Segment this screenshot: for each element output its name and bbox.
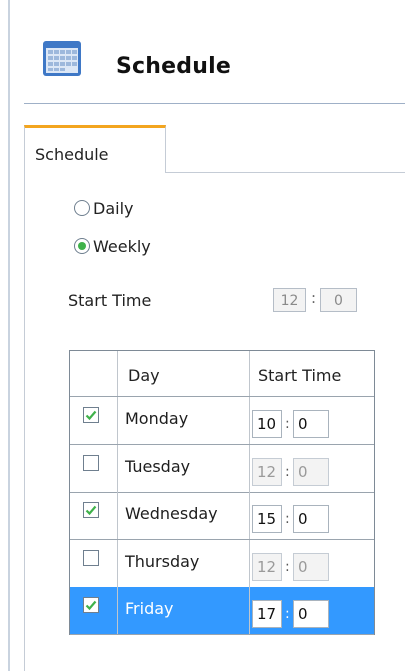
row-day-cell: Friday — [118, 587, 250, 635]
row-check-cell — [70, 539, 118, 587]
row-day-label: Wednesday — [125, 504, 218, 524]
row-day-cell: Wednesday — [118, 492, 250, 540]
radio-weekly-label: Weekly — [93, 236, 151, 256]
row-hour-input[interactable]: 12 — [252, 552, 282, 581]
row-hour-input[interactable]: 12 — [252, 457, 282, 486]
page-title: Schedule — [116, 54, 231, 79]
row-time-separator: : — [285, 463, 290, 480]
row-minute-input[interactable]: 0 — [293, 600, 329, 629]
row-minute-input[interactable]: 0 — [293, 552, 329, 581]
radio-weekly[interactable]: Weekly — [74, 234, 151, 258]
tab-schedule-label: Schedule — [35, 145, 109, 164]
row-day-label: Tuesday — [125, 456, 191, 476]
start-time-hour-input[interactable]: 12 — [273, 288, 306, 312]
start-time-label: Start Time — [68, 291, 152, 310]
table-row[interactable]: Monday 10:0 — [70, 397, 374, 445]
row-checkbox[interactable] — [83, 597, 99, 614]
row-minute-input[interactable]: 0 — [293, 457, 329, 486]
row-time-separator: : — [285, 511, 290, 528]
row-checkbox[interactable] — [83, 454, 99, 471]
grid-header-start-time-label: Start Time — [258, 366, 342, 385]
row-day-cell: Monday — [118, 397, 250, 444]
header-divider — [24, 103, 405, 104]
row-hour-input[interactable]: 10 — [252, 410, 282, 438]
table-row[interactable]: Friday 17:0 — [70, 587, 374, 636]
grid-header: Day Start Time — [70, 351, 374, 397]
table-row[interactable]: Tuesday 12:0 — [70, 444, 374, 493]
row-day-cell: Tuesday — [118, 444, 250, 492]
radio-daily[interactable]: Daily — [74, 196, 133, 220]
row-day-label: Thursday — [125, 551, 200, 571]
row-minute-input[interactable]: 0 — [293, 410, 329, 438]
table-row[interactable]: Thursday 12:0 — [70, 539, 374, 588]
radio-daily-circle[interactable] — [74, 200, 90, 216]
row-time-separator: : — [285, 416, 290, 432]
window-left-border — [8, 0, 10, 671]
row-time-separator: : — [285, 606, 290, 623]
row-checkbox[interactable] — [83, 407, 99, 423]
row-time-cell: 10:0 — [250, 397, 374, 444]
row-check-cell — [70, 397, 118, 444]
grid-header-start-time[interactable]: Start Time — [250, 351, 374, 396]
calendar-icon — [42, 38, 82, 78]
grid-header-check — [70, 351, 118, 396]
row-time-cell: 12:0 — [250, 445, 374, 492]
grid-header-day[interactable]: Day — [118, 351, 250, 396]
row-time-cell: 12:0 — [250, 540, 374, 587]
tab-schedule[interactable]: Schedule — [24, 125, 166, 173]
radio-daily-label: Daily — [93, 198, 134, 218]
row-hour-input[interactable]: 17 — [252, 600, 282, 629]
row-hour-input[interactable]: 15 — [252, 505, 282, 534]
row-check-cell — [70, 492, 118, 540]
schedule-grid: Day Start Time Monday 10:0 Tuesday 12:0 Wedn… — [69, 350, 375, 636]
row-check-cell — [70, 587, 118, 635]
row-checkbox[interactable] — [83, 549, 99, 566]
row-checkbox[interactable] — [83, 502, 99, 519]
start-time-separator: : — [311, 289, 317, 307]
start-time-minute-input[interactable]: 0 — [320, 288, 357, 312]
row-time-cell: 15:0 — [250, 492, 374, 539]
table-row[interactable]: Wednesday 15:0 — [70, 492, 374, 541]
tab-strip: Schedule — [24, 125, 405, 173]
row-minute-input[interactable]: 0 — [293, 505, 329, 534]
row-day-cell: Thursday — [118, 539, 250, 587]
grid-header-day-label: Day — [128, 366, 160, 385]
row-time-cell: 17:0 — [250, 587, 374, 634]
row-check-cell — [70, 444, 118, 492]
row-day-label: Monday — [125, 409, 189, 428]
radio-weekly-circle[interactable] — [74, 238, 90, 254]
row-day-label: Friday — [125, 599, 174, 619]
row-time-separator: : — [285, 558, 290, 575]
